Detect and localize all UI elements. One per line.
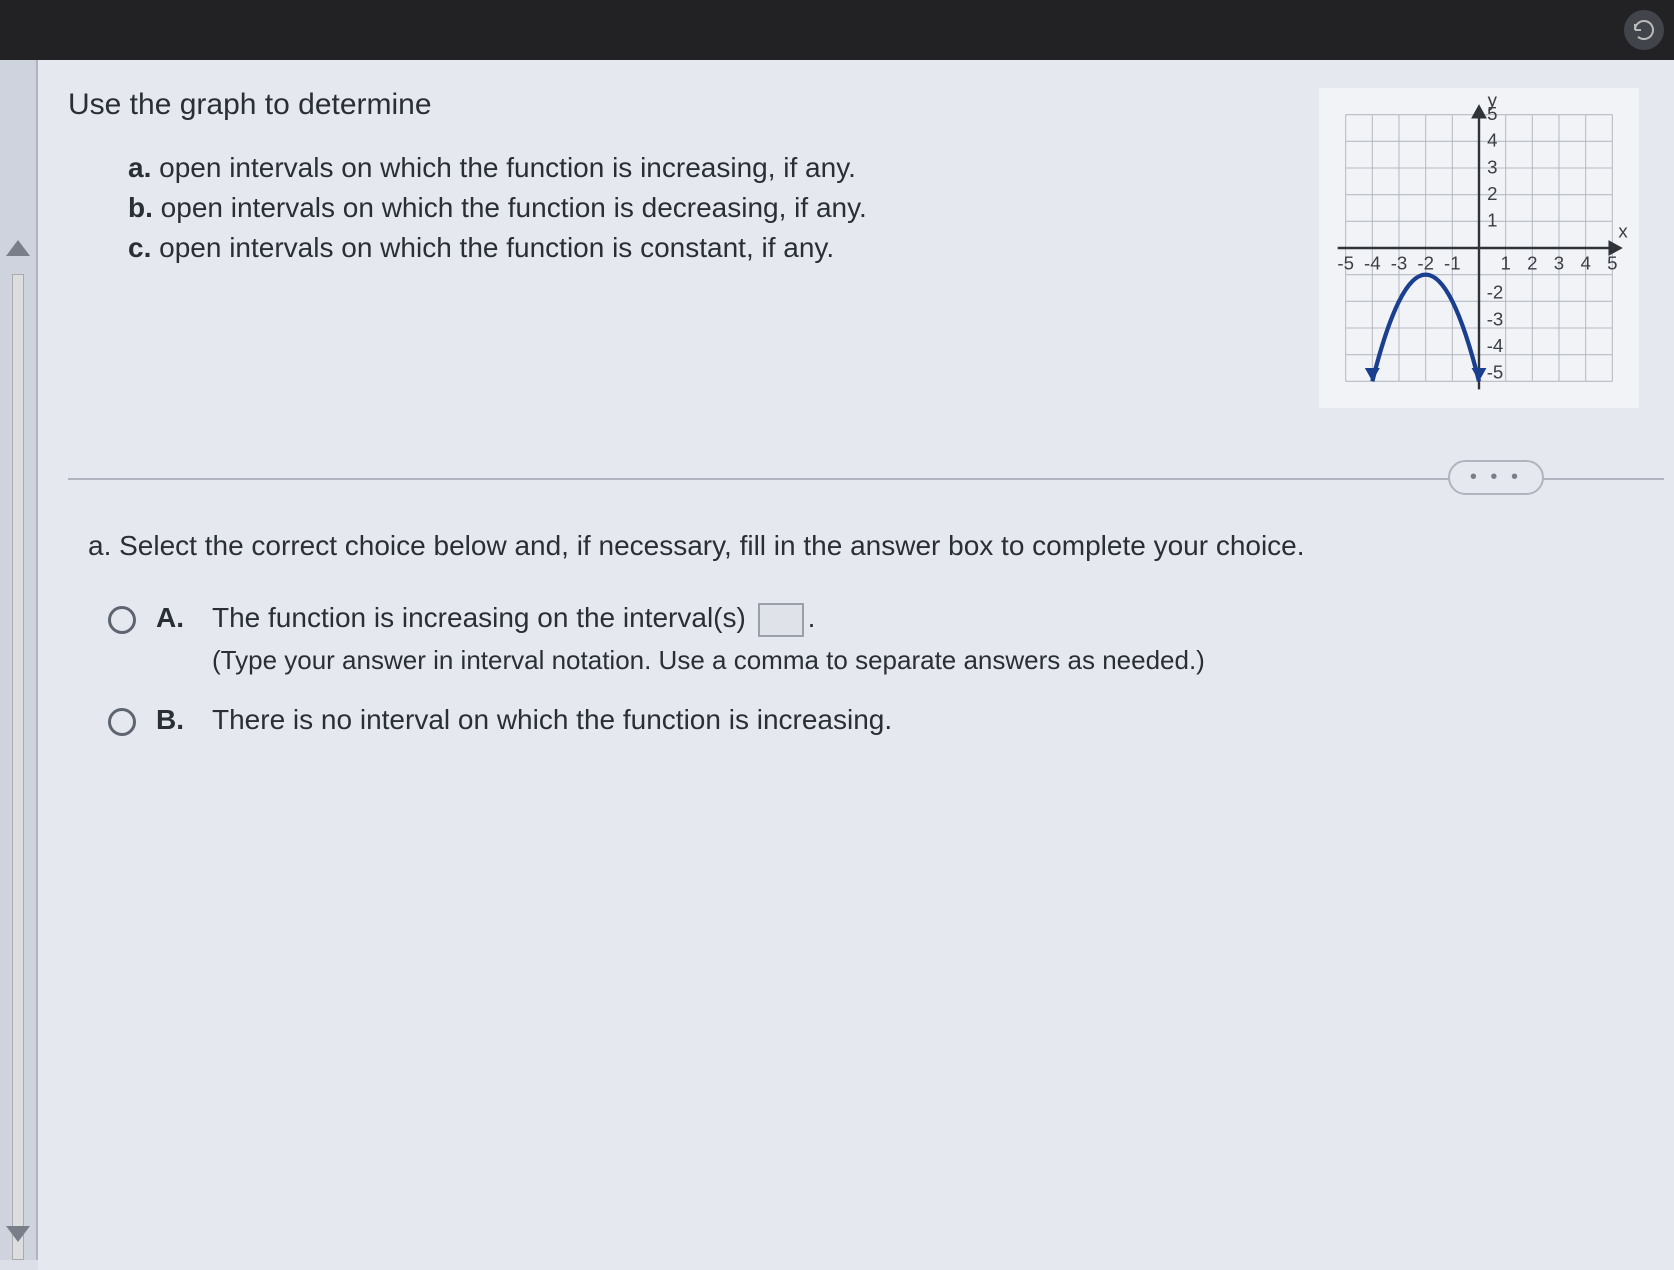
svg-text:-5: -5	[1487, 362, 1504, 383]
svg-text:-2: -2	[1417, 252, 1434, 273]
svg-text:-4: -4	[1364, 252, 1381, 273]
svg-text:-5: -5	[1337, 252, 1354, 273]
x-axis-label: x	[1618, 220, 1628, 241]
svg-text:5: 5	[1487, 103, 1497, 124]
svg-text:4: 4	[1487, 130, 1497, 151]
graph-block: y x -5-4-3-2-1 12345 54321 -2-3-4-5	[1294, 88, 1664, 408]
question-panel: Use the graph to determine a. open inter…	[38, 60, 1674, 1270]
svg-text:-3: -3	[1487, 308, 1504, 329]
choice-a-hint: (Type your answer in interval notation. …	[212, 645, 1205, 676]
answer-instruction: a. Select the correct choice below and, …	[88, 530, 1664, 562]
prompt-main: Use the graph to determine	[68, 88, 1274, 122]
svg-text:2: 2	[1527, 252, 1537, 273]
choice-a-label: A.	[156, 602, 192, 634]
choice-b-row: B. There is no interval on which the fun…	[108, 704, 1664, 736]
radio-choice-a[interactable]	[108, 606, 136, 634]
svg-text:5: 5	[1607, 252, 1617, 273]
prompt-part-b: b. open intervals on which the function …	[128, 192, 1274, 224]
svg-text:2: 2	[1487, 183, 1497, 204]
graph-canvas: y x -5-4-3-2-1 12345 54321 -2-3-4-5	[1319, 88, 1639, 408]
section-divider	[68, 478, 1664, 480]
prompt-part-c: c. open intervals on which the function …	[128, 232, 1274, 264]
top-bar	[0, 0, 1674, 60]
choice-a-row: A. The function is increasing on the int…	[108, 602, 1664, 676]
radio-choice-b[interactable]	[108, 708, 136, 736]
choice-b-text: There is no interval on which the functi…	[212, 704, 892, 736]
svg-text:-3: -3	[1391, 252, 1408, 273]
svg-text:1: 1	[1500, 252, 1510, 273]
svg-text:-2: -2	[1487, 282, 1504, 303]
svg-text:3: 3	[1554, 252, 1564, 273]
prompt-part-a: a. open intervals on which the function …	[128, 152, 1274, 184]
vertical-scrollbar[interactable]	[0, 60, 38, 1260]
refresh-icon	[1632, 18, 1656, 42]
interval-input[interactable]	[758, 603, 804, 637]
scroll-up-icon[interactable]	[6, 240, 30, 256]
refresh-button[interactable]	[1624, 10, 1664, 50]
more-dots-button[interactable]: • • •	[1448, 460, 1544, 495]
svg-text:1: 1	[1487, 210, 1497, 231]
scroll-down-icon[interactable]	[6, 1226, 30, 1242]
choice-a-text: The function is increasing on the interv…	[212, 602, 1205, 676]
svg-text:3: 3	[1487, 156, 1497, 177]
svg-text:4: 4	[1580, 252, 1590, 273]
choice-b-label: B.	[156, 704, 192, 736]
svg-text:-4: -4	[1487, 335, 1504, 356]
svg-text:-1: -1	[1444, 252, 1461, 273]
scroll-track[interactable]	[12, 274, 24, 1260]
